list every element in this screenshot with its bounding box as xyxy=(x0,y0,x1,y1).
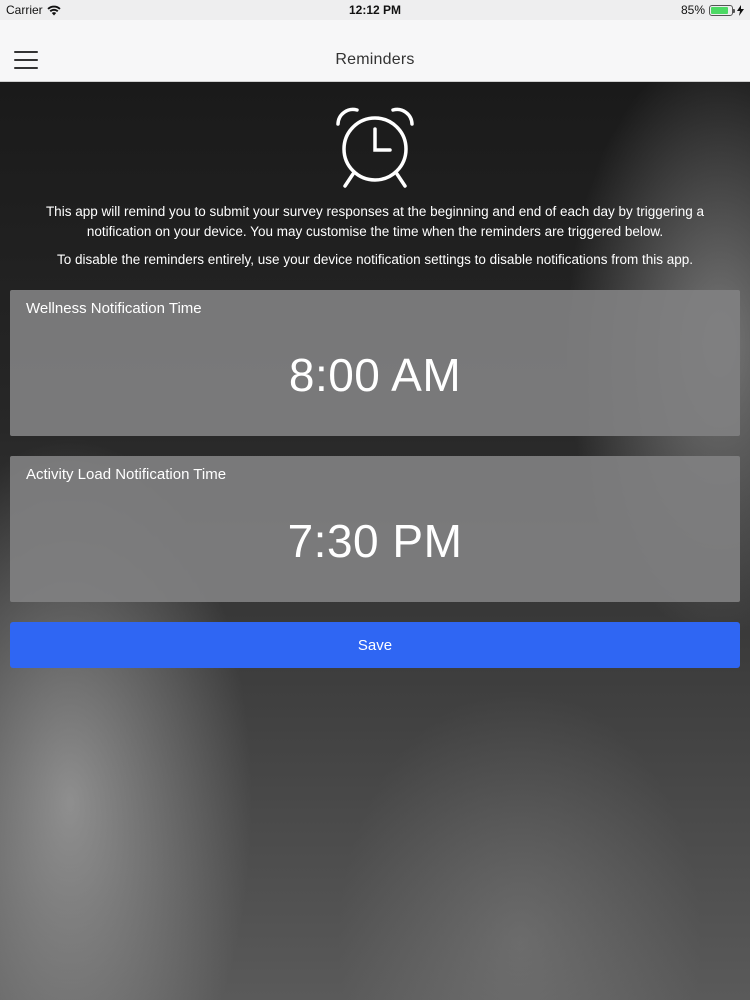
wifi-icon xyxy=(47,5,61,15)
battery-icon xyxy=(709,4,735,16)
carrier-group: Carrier xyxy=(6,3,61,17)
page-title: Reminders xyxy=(335,51,415,68)
nav-bar: Reminders xyxy=(0,20,750,82)
battery-group: 85% xyxy=(681,3,744,17)
wellness-time-value: 8:00 AM xyxy=(288,349,462,401)
wellness-time-label: Wellness Notification Time xyxy=(26,300,202,317)
wellness-time-card[interactable]: Wellness Notification Time 8:00 AM xyxy=(10,290,740,436)
battery-level xyxy=(711,6,728,14)
status-bar: Carrier 12:12 PM 85% xyxy=(0,0,750,20)
disable-text: To disable the reminders entirely, use y… xyxy=(56,252,694,267)
activity-load-time-label: Activity Load Notification Time xyxy=(26,466,227,483)
save-button[interactable]: Save xyxy=(10,622,740,668)
carrier-label: Carrier xyxy=(6,3,43,17)
activity-load-time-card[interactable]: Activity Load Notification Time 7:30 PM xyxy=(10,456,740,602)
charging-icon xyxy=(737,4,744,16)
intro-text: This app will remind you to submit your … xyxy=(45,204,705,239)
status-time: 12:12 PM xyxy=(348,3,402,17)
battery-percent: 85% xyxy=(680,3,705,17)
alarm-clock-icon xyxy=(336,107,414,188)
activity-load-time-value: 7:30 PM xyxy=(287,515,463,567)
